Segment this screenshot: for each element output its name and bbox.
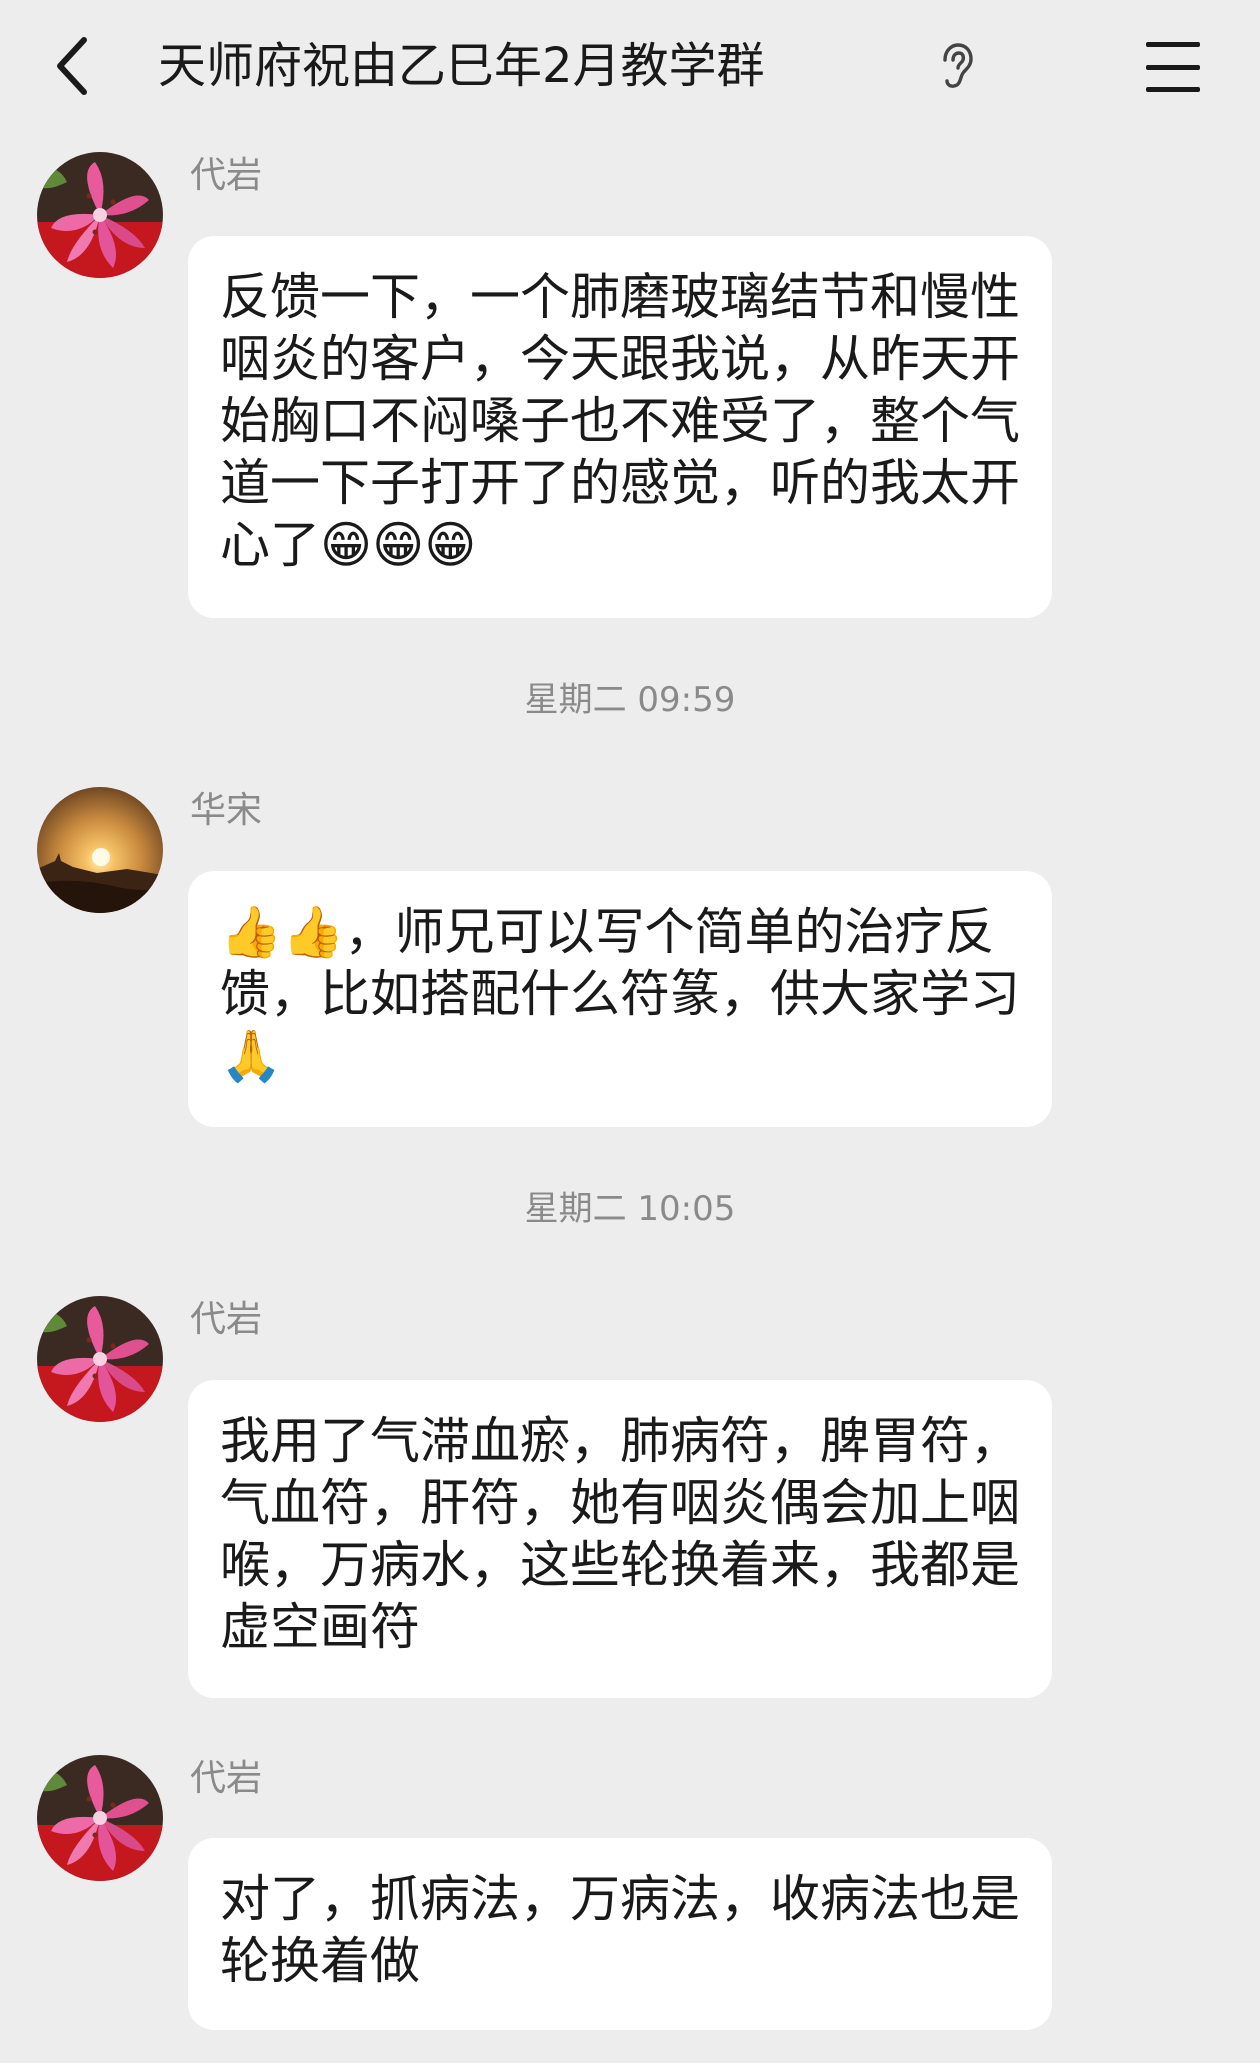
- sunset-avatar: [37, 787, 163, 913]
- chat-screen: 天师府祝由乙巳年2月教学群 代岩 反馈一下，一个肺磨玻璃结节和慢性咽炎的客户，今…: [0, 0, 1260, 2063]
- avatar-daiyan[interactable]: [37, 1755, 163, 1881]
- sender-name: 代岩: [190, 155, 263, 196]
- chat-header: 天师府祝由乙巳年2月教学群: [0, 0, 1260, 132]
- chevron-left-icon: [57, 37, 87, 95]
- message-bubble[interactable]: 我用了气滞血瘀，肺病符，脾胃符，气血符，肝符，她有咽炎偶会加上咽喉，万病水，这些…: [188, 1380, 1052, 1698]
- message-bubble[interactable]: 反馈一下，一个肺磨玻璃结节和慢性咽炎的客户，今天跟我说，从昨天开始胸口不闷嗓子也…: [188, 236, 1052, 618]
- lily-flower-avatar: [37, 1755, 163, 1881]
- timestamp: 星期二 09:59: [524, 680, 736, 720]
- message-bubble[interactable]: 👍👍，师兄可以写个简单的治疗反馈，比如搭配什么符篆，供大家学习🙏: [188, 871, 1052, 1127]
- hamburger-menu-icon: [1146, 42, 1200, 47]
- message-bubble[interactable]: 对了，抓病法，万病法，收病法也是轮换着做: [188, 1838, 1052, 2030]
- avatar-daiyan[interactable]: [37, 1296, 163, 1422]
- lily-flower-avatar: [37, 152, 163, 278]
- avatar-daiyan[interactable]: [37, 152, 163, 278]
- sender-name: 代岩: [190, 1758, 263, 1799]
- ear-icon: [943, 43, 973, 88]
- avatar-huasong[interactable]: [37, 787, 163, 913]
- sender-name: 代岩: [190, 1299, 263, 1340]
- back-button[interactable]: [40, 26, 104, 106]
- timestamp: 星期二 10:05: [524, 1189, 736, 1229]
- sender-name: 华宋: [190, 790, 263, 831]
- chat-title: 天师府祝由乙巳年2月教学群: [158, 38, 765, 94]
- ear-mode-button[interactable]: [932, 40, 980, 92]
- lily-flower-avatar: [37, 1296, 163, 1422]
- more-menu-button[interactable]: [1138, 38, 1208, 96]
